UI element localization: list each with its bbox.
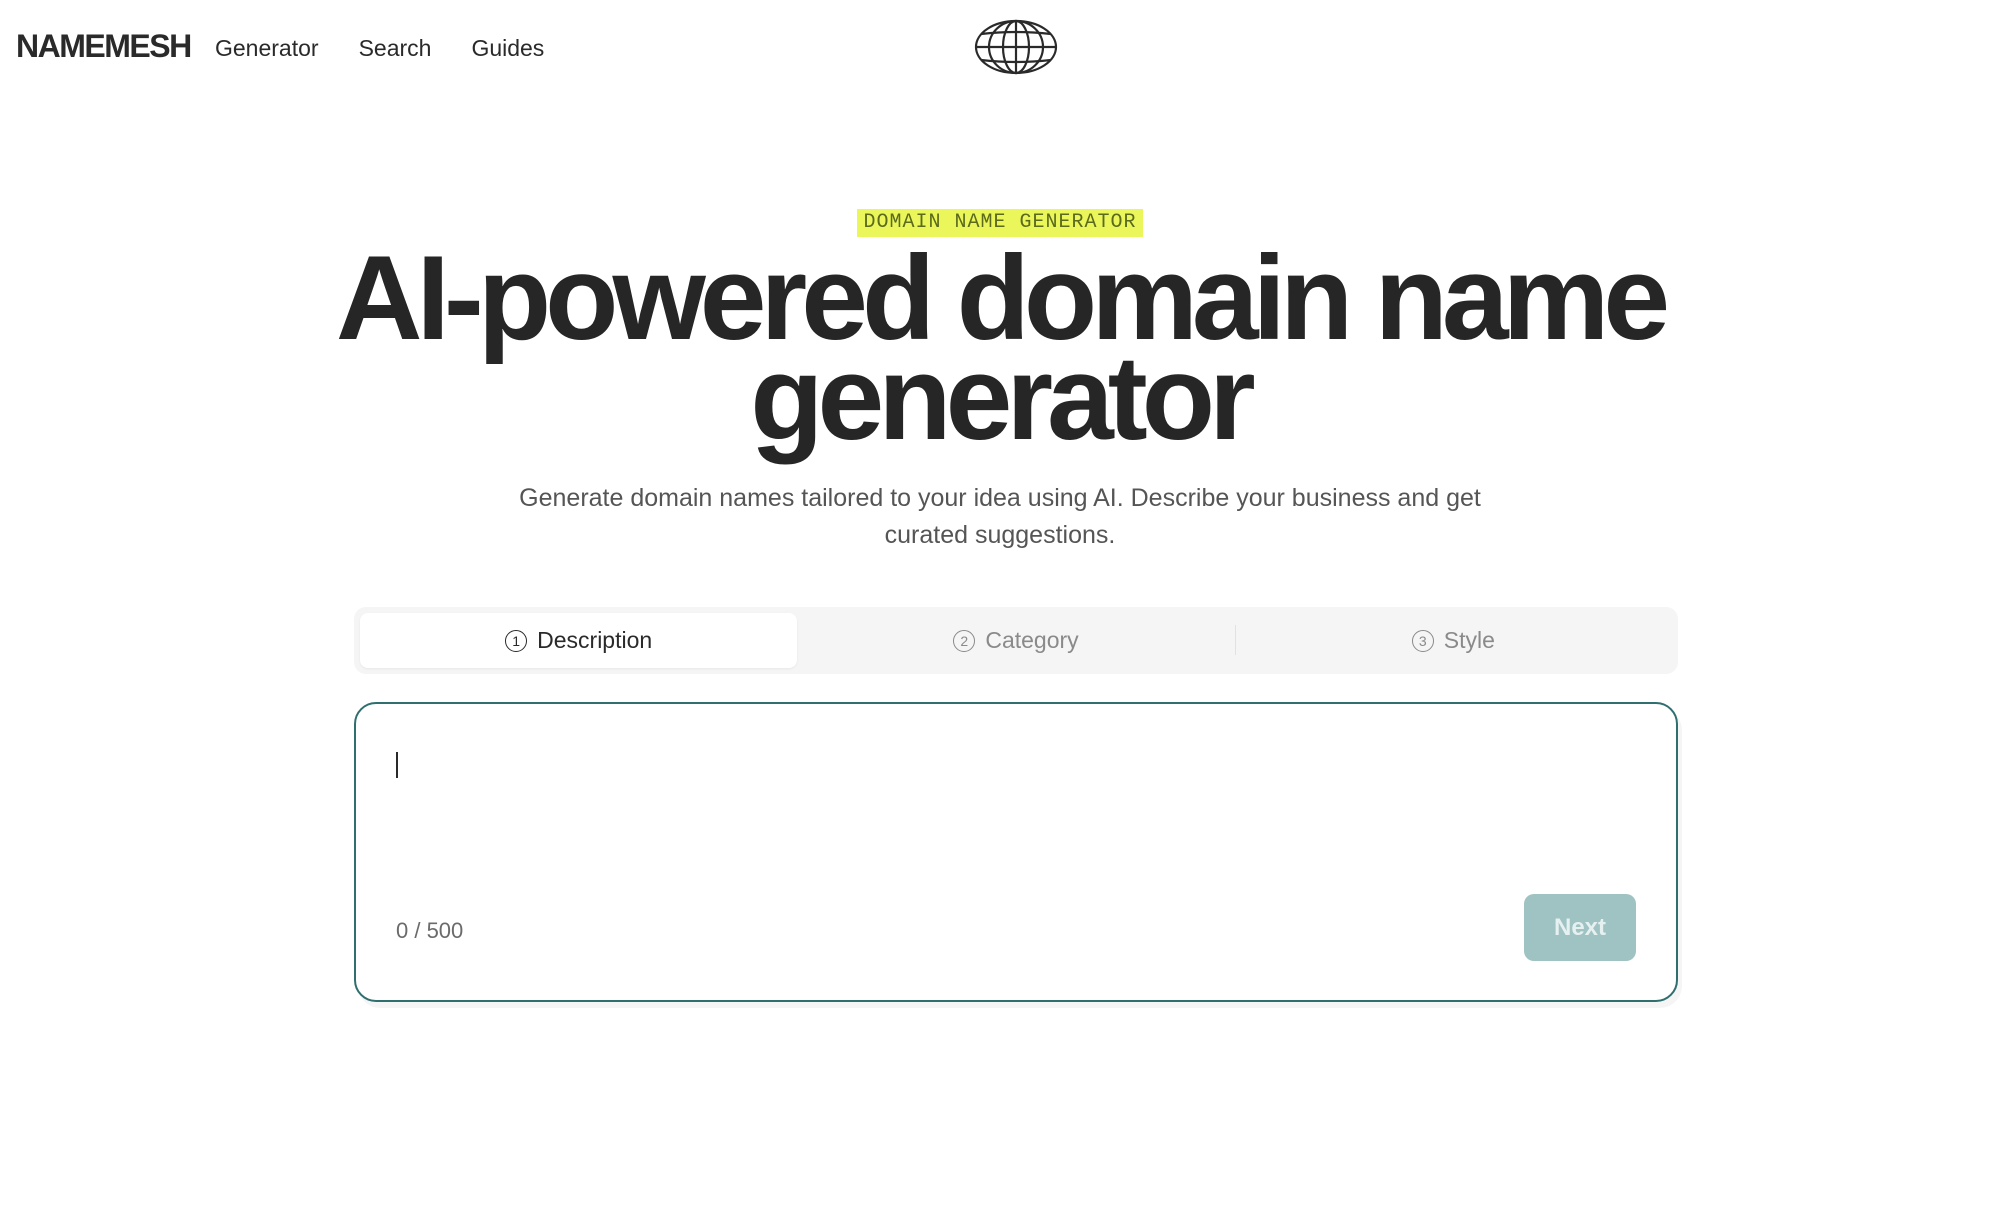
description-input[interactable] [394,742,1634,862]
text-caret [396,752,398,778]
top-navigation: NAMEMESH Generator Search Guides [0,0,2000,96]
page-subtitle-line-1: Generate domain names tailored to your i… [519,484,1481,512]
step-tab-category[interactable]: 2 Category [797,613,1234,668]
step-number-3-icon: 3 [1411,629,1434,652]
nav-item-guides[interactable]: Guides [471,28,544,68]
step-label: Style [1443,627,1495,653]
step-label: Description [537,627,653,653]
character-counter: 0 / 500 [396,918,464,943]
step-number-1-icon: 1 [505,629,528,652]
page-title: AI-powered domain name generator [200,238,1800,458]
description-card: 0 / 500 Next [354,702,1678,1002]
page-subtitle: Generate domain names tailored to your i… [490,480,1510,554]
step-label: Category [985,627,1079,653]
next-button[interactable]: Next [1524,894,1636,961]
globe-icon[interactable] [974,18,1058,76]
page-subtitle-line-2: curated suggestions. [884,521,1116,549]
step-tab-style[interactable]: 3 Style [1235,613,1672,668]
page-title-line-2: generator [750,331,1255,465]
brand-logo[interactable]: NAMEMESH [16,24,192,68]
steps-tab-bar: 1 Description 2 Category 3 Style [354,607,1678,674]
step-number-2-icon: 2 [953,629,976,652]
step-divider [1235,625,1236,655]
nav-item-search[interactable]: Search [359,28,432,68]
main-nav: Generator Search Guides [215,28,544,68]
step-tab-description[interactable]: 1 Description [360,613,798,668]
nav-item-generator[interactable]: Generator [215,28,319,68]
